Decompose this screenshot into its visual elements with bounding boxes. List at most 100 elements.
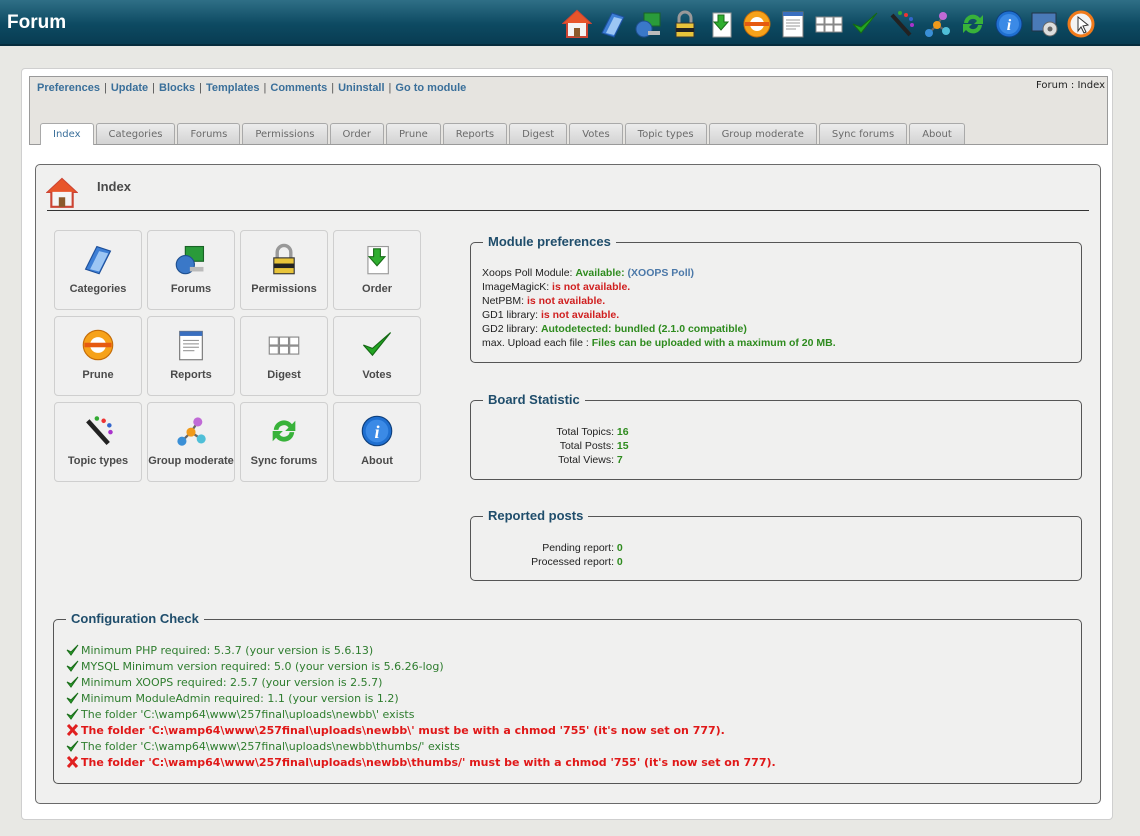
check-icon — [66, 644, 79, 656]
grid-item-prune[interactable]: Prune — [54, 316, 142, 396]
grid-item-categories[interactable]: Categories — [54, 230, 142, 310]
grid-item-sync-forums[interactable]: Sync forums — [240, 402, 328, 482]
votes-check-icon[interactable] — [849, 7, 881, 41]
tab-forums[interactable]: Forums — [177, 123, 241, 144]
tab-index[interactable]: Index — [40, 123, 94, 145]
grid-item-digest[interactable]: Digest — [240, 316, 328, 396]
stat-row: Total Views: 7 — [534, 453, 629, 467]
categories-icon[interactable] — [597, 7, 629, 41]
tab-sync-forums[interactable]: Sync forums — [818, 123, 908, 144]
grid-item-reports[interactable]: Reports — [147, 316, 235, 396]
page-title: Index — [97, 179, 131, 194]
grid-item-label: Topic types — [67, 455, 129, 467]
module-preferences-legend: Module preferences — [483, 234, 616, 249]
check-icon — [66, 676, 79, 688]
stat-row: Total Topics: 16 — [534, 425, 628, 439]
netpbm-status: is not available. — [526, 295, 606, 307]
grid-item-topic-types[interactable]: Topic types — [54, 402, 142, 482]
config-text: Minimum PHP required: 5.3.7 (your versio… — [81, 643, 374, 657]
reports-icon[interactable] — [777, 7, 809, 41]
votes-check-icon — [359, 327, 395, 363]
error-x-icon — [66, 756, 79, 768]
poll-status: Available: — [575, 267, 625, 279]
categories-icon — [80, 241, 116, 277]
stat-row: Total Posts: 15 — [534, 439, 629, 453]
blocks-link[interactable]: Blocks — [159, 82, 195, 94]
tab-order[interactable]: Order — [329, 123, 384, 144]
order-icon[interactable] — [705, 7, 737, 41]
config-text: The folder 'C:\wamp64\www\257final\uploa… — [81, 739, 460, 753]
grid-item-about[interactable]: i About — [333, 402, 421, 482]
home-icon[interactable] — [561, 7, 593, 41]
tab-digest[interactable]: Digest — [509, 123, 568, 144]
configuration-check-lines: Minimum PHP required: 5.3.7 (your versio… — [66, 642, 776, 770]
module-preferences-lines: Xoops Poll Module: Available: (XOOPS Pol… — [482, 266, 836, 350]
config-text: The folder 'C:\wamp64\www\257final\uploa… — [81, 755, 776, 769]
reported-posts-box: Reported posts Pending report: 0 Process… — [470, 508, 1082, 581]
logout-icon[interactable] — [1065, 7, 1097, 41]
stat-label: Total Views: — [558, 454, 614, 466]
go-to-module-link[interactable]: Go to module — [395, 82, 466, 94]
grid-item-order[interactable]: Order — [333, 230, 421, 310]
grid-item-permissions[interactable]: Permissions — [240, 230, 328, 310]
prune-icon[interactable] — [741, 7, 773, 41]
config-line: The folder 'C:\wamp64\www\257final\uploa… — [66, 738, 776, 754]
grid-item-forums[interactable]: Forums — [147, 230, 235, 310]
tab-permissions[interactable]: Permissions — [242, 123, 328, 144]
config-line: The folder 'C:\wamp64\www\257final\uploa… — [66, 754, 776, 770]
preferences-gear-icon[interactable] — [1029, 7, 1061, 41]
update-link[interactable]: Update — [111, 82, 148, 94]
netpbm-label: NetPBM: — [482, 295, 527, 307]
grid-item-group-moderate[interactable]: Group moderate — [147, 402, 235, 482]
grid-item-label: Reports — [170, 369, 212, 381]
report-value: 0 — [616, 542, 623, 554]
comments-link[interactable]: Comments — [270, 82, 327, 94]
topic-types-icon — [80, 413, 116, 449]
poll-name: (XOOPS Poll) — [627, 267, 695, 279]
check-icon — [66, 708, 79, 720]
about-info-icon[interactable]: i — [993, 7, 1025, 41]
admin-menu-bar: Preferences | Update | Blocks | Templates | Comm… — [29, 76, 1108, 145]
grid-item-label: Sync forums — [250, 455, 318, 467]
group-moderate-icon — [173, 413, 209, 449]
tab-categories[interactable]: Categories — [95, 123, 176, 144]
topic-types-icon[interactable] — [885, 7, 917, 41]
tab-group-moderate[interactable]: Group moderate — [708, 123, 817, 144]
imagick-label: ImageMagicK: — [482, 281, 553, 293]
toolbar: i — [561, 7, 1097, 41]
gd1-status: is not available. — [540, 309, 620, 321]
board-statistic-legend: Board Statistic — [483, 392, 585, 407]
digest-icon[interactable] — [813, 7, 845, 41]
upload-status: Files can be uploaded with a maximum of … — [591, 337, 836, 349]
config-text: Minimum ModuleAdmin required: 1.1 (your … — [81, 691, 399, 705]
forums-icon[interactable] — [633, 7, 665, 41]
uninstall-link[interactable]: Uninstall — [338, 82, 384, 94]
config-line: MYSQL Minimum version required: 5.0 (you… — [66, 658, 776, 674]
group-moderate-icon[interactable] — [921, 7, 953, 41]
sync-forums-icon[interactable] — [957, 7, 989, 41]
home-icon — [45, 177, 79, 212]
svg-text:i: i — [374, 422, 379, 442]
preferences-link[interactable]: Preferences — [37, 82, 100, 94]
stat-label: Total Posts: — [559, 440, 614, 452]
tab-votes[interactable]: Votes — [569, 123, 623, 144]
check-icon — [66, 660, 79, 672]
stat-label: Total Topics: — [556, 426, 614, 438]
grid-item-label: Digest — [267, 369, 301, 381]
grid-item-label: Permissions — [251, 283, 317, 295]
tab-about[interactable]: About — [909, 123, 965, 144]
report-label: Pending report: — [542, 542, 614, 554]
digest-icon — [266, 327, 302, 363]
permissions-lock-icon[interactable] — [669, 7, 701, 41]
reports-icon — [173, 327, 209, 363]
config-line: Minimum PHP required: 5.3.7 (your versio… — [66, 642, 776, 658]
tab-topic-types[interactable]: Topic types — [624, 123, 707, 144]
tab-reports[interactable]: Reports — [442, 123, 508, 144]
reported-posts-lines: Pending report: 0 Processed report: 0 — [514, 541, 623, 569]
grid-item-votes[interactable]: Votes — [333, 316, 421, 396]
poll-label: Xoops Poll Module: — [482, 267, 576, 279]
grid-item-label: Group moderate — [148, 455, 234, 467]
tab-prune[interactable]: Prune — [385, 123, 441, 144]
templates-link[interactable]: Templates — [206, 82, 260, 94]
gd1-label: GD1 library: — [482, 309, 541, 321]
